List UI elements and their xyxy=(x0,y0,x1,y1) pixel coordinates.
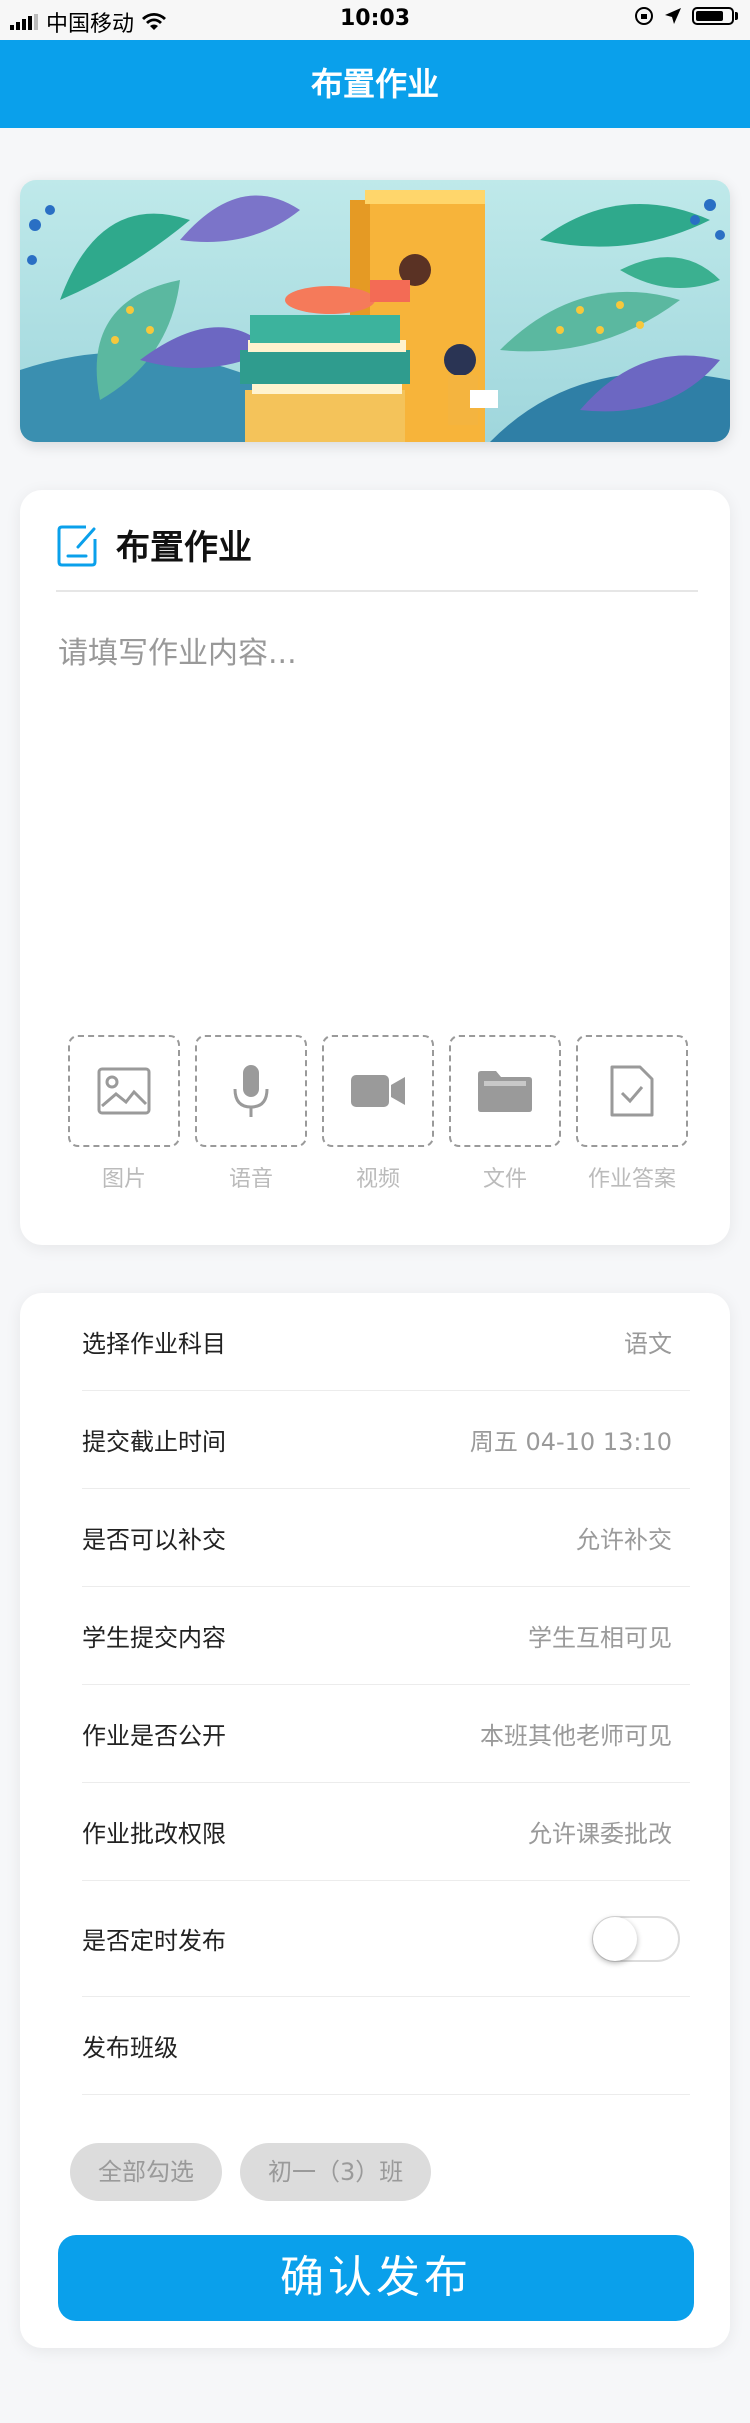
settings-card: 选择作业科目 语文 提交截止时间 周五 04-10 13:10 是否可以补交 允… xyxy=(20,1293,730,2348)
submission-visibility-row[interactable]: 学生提交内容 学生互相可见 xyxy=(82,1587,690,1685)
row-label: 是否定时发布 xyxy=(82,1927,226,1955)
orientation-lock-icon xyxy=(635,7,653,25)
answer-document-icon xyxy=(610,1065,654,1117)
row-label: 选择作业科目 xyxy=(82,1330,226,1358)
toggle-knob xyxy=(593,1916,637,1961)
attach-label: 语音 xyxy=(228,1167,273,1192)
image-icon xyxy=(97,1067,151,1115)
late-submit-row[interactable]: 是否可以补交 允许补交 xyxy=(82,1489,690,1587)
attach-image-button[interactable]: 图片 xyxy=(68,1035,180,1193)
row-label: 提交截止时间 xyxy=(82,1428,226,1456)
row-label: 作业批改权限 xyxy=(82,1820,226,1848)
attach-voice-button[interactable]: 语音 xyxy=(195,1035,307,1193)
status-bar: 中国移动 10:03 xyxy=(0,0,750,40)
confirm-publish-button[interactable]: 确认发布 xyxy=(58,2235,694,2321)
card-header: 布置作业 xyxy=(56,520,252,569)
class-chip[interactable]: 初一（3）班 xyxy=(240,2143,432,2201)
scheduled-publish-toggle[interactable] xyxy=(592,1915,680,1962)
row-value: 周五 04-10 13:10 xyxy=(469,1428,672,1456)
folder-icon xyxy=(478,1071,532,1112)
row-value: 允许课委批改 xyxy=(528,1820,672,1848)
edit-icon xyxy=(57,525,97,566)
publish-class-row: 发布班级 xyxy=(82,1997,690,2095)
row-label: 学生提交内容 xyxy=(82,1624,226,1652)
homework-content-card: 布置作业 请填写作业内容... 图片 语音 视频 文件 作业答案 xyxy=(20,490,730,1245)
attach-answer-button[interactable]: 作业答案 xyxy=(576,1035,688,1193)
class-chips: 全部勾选 初一（3）班 xyxy=(70,2143,432,2201)
attach-video-button[interactable]: 视频 xyxy=(322,1035,434,1193)
attach-file-button[interactable]: 文件 xyxy=(449,1035,561,1193)
location-icon xyxy=(665,8,681,24)
select-all-chip[interactable]: 全部勾选 xyxy=(70,2143,222,2201)
page-title: 布置作业 xyxy=(310,65,439,103)
battery-icon xyxy=(692,7,734,25)
attach-label: 文件 xyxy=(482,1167,527,1192)
row-label: 作业是否公开 xyxy=(82,1722,226,1750)
row-value: 学生互相可见 xyxy=(528,1624,672,1652)
banner-illustration xyxy=(20,180,730,442)
homework-content-input[interactable]: 请填写作业内容... xyxy=(58,628,297,672)
row-value: 本班其他老师可见 xyxy=(480,1722,672,1750)
row-label: 是否可以补交 xyxy=(82,1526,226,1554)
video-camera-icon xyxy=(351,1075,405,1107)
row-value: 允许补交 xyxy=(576,1526,672,1554)
nav-bar: 布置作业 xyxy=(0,40,750,128)
grading-permission-row[interactable]: 作业批改权限 允许课委批改 xyxy=(82,1783,690,1881)
row-label: 发布班级 xyxy=(82,2034,178,2062)
scheduled-publish-row: 是否定时发布 xyxy=(82,1881,690,1997)
attach-label: 视频 xyxy=(355,1167,400,1192)
subject-row[interactable]: 选择作业科目 语文 xyxy=(82,1293,690,1391)
microphone-icon xyxy=(233,1065,269,1117)
public-visibility-row[interactable]: 作业是否公开 本班其他老师可见 xyxy=(82,1685,690,1783)
divider xyxy=(56,590,698,592)
attachment-toolbar: 图片 语音 视频 文件 作业答案 xyxy=(68,1035,688,1193)
deadline-row[interactable]: 提交截止时间 周五 04-10 13:10 xyxy=(82,1391,690,1489)
attach-label: 图片 xyxy=(101,1167,146,1192)
attach-label: 作业答案 xyxy=(587,1167,676,1192)
row-value: 语文 xyxy=(624,1330,672,1358)
card-title: 布置作业 xyxy=(116,528,252,568)
